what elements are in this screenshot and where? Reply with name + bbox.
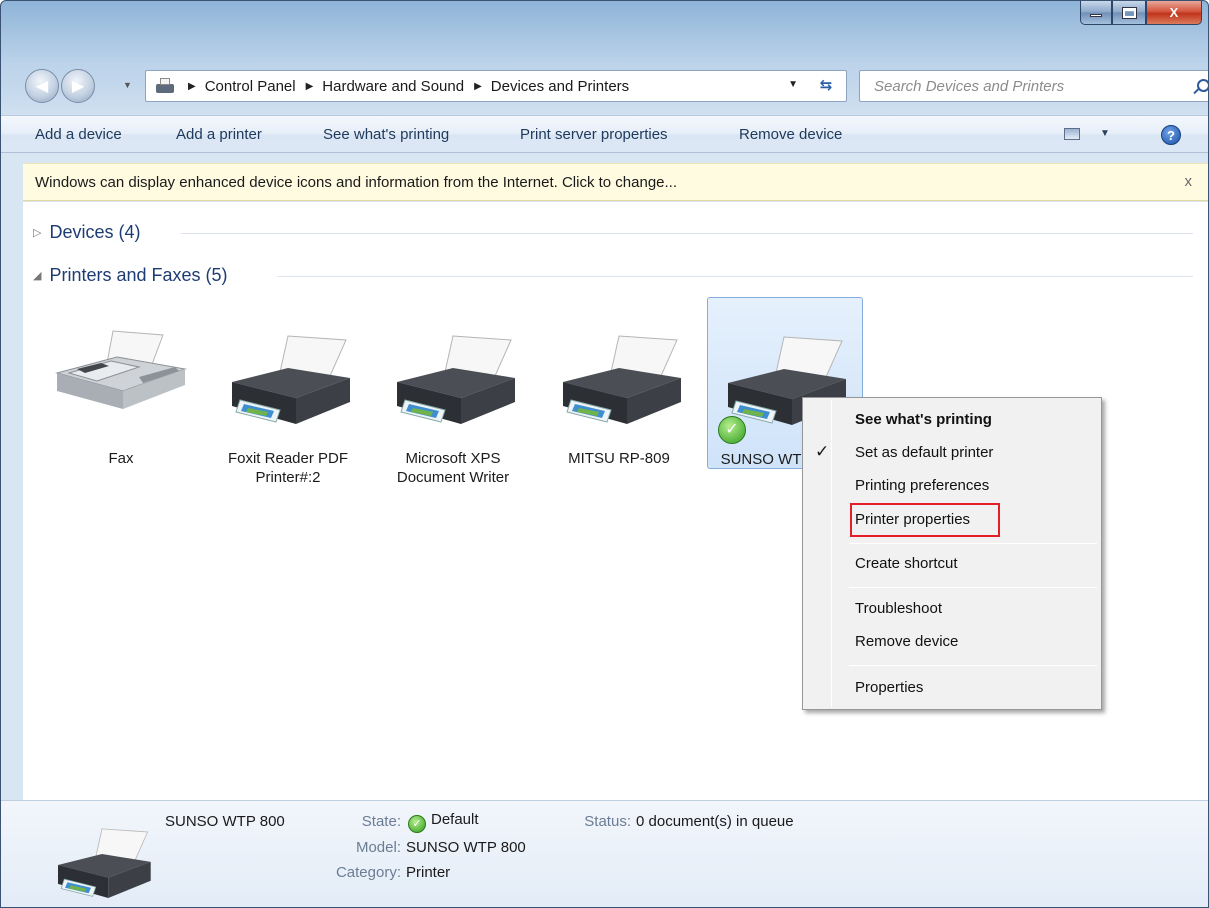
printer-icon (383, 332, 523, 432)
printer-icon (549, 332, 689, 432)
back-arrow-icon: ◀ (35, 78, 49, 95)
maximize-button[interactable] (1112, 1, 1146, 25)
information-bar-close-icon[interactable]: x (1185, 173, 1193, 190)
add-device-button[interactable]: Add a device (35, 126, 122, 143)
help-icon[interactable]: ? (1161, 125, 1181, 145)
devices-group-header[interactable]: ▷ Devices (4) (33, 222, 141, 243)
recent-pages-dropdown-icon[interactable]: ▼ (123, 80, 132, 90)
address-bar[interactable]: ▶ Control Panel ▶ Hardware and Sound ▶ D… (145, 70, 847, 102)
group-divider (181, 233, 1193, 234)
selected-device-name: SUNSO WTP 800 (165, 813, 285, 830)
default-state-check-icon: ✓ (408, 815, 426, 833)
back-button[interactable]: ◀ (25, 69, 59, 103)
menu-item-see-whats-printing[interactable]: See what's printing (855, 411, 992, 428)
device-label: Document Writer (396, 469, 510, 486)
breadcrumb-separator-icon[interactable]: ▶ (474, 81, 482, 92)
expand-arrow-icon[interactable]: ▷ (33, 226, 41, 239)
default-printer-check-icon: ✓ (718, 416, 746, 444)
status-value: 0 document(s) in queue (636, 813, 794, 830)
highlight-box (850, 503, 1000, 537)
collapse-arrow-icon[interactable]: ◢ (33, 269, 41, 282)
breadcrumb-devices-and-printers[interactable]: Devices and Printers (491, 78, 629, 95)
state-value: ✓ Default (406, 811, 479, 833)
search-input[interactable] (874, 77, 1194, 95)
search-box (859, 70, 1208, 102)
device-label: Microsoft XPS (405, 450, 501, 467)
printer-icon (218, 332, 358, 432)
see-whats-printing-button[interactable]: See what's printing (323, 126, 449, 143)
refresh-icon[interactable]: ⇆ (814, 76, 838, 96)
breadcrumb-hardware-and-sound[interactable]: Hardware and Sound (322, 78, 464, 95)
device-item-microsoft-xps-writer[interactable]: Microsoft XPS Document Writer (375, 332, 531, 486)
device-label: Printer#:2 (255, 469, 321, 486)
forward-button[interactable]: ▶ (61, 69, 95, 103)
device-label: Foxit Reader PDF (227, 450, 349, 467)
command-bar: Add a device Add a printer See what's pr… (1, 115, 1208, 153)
menu-separator (849, 543, 1097, 544)
fax-icon (51, 329, 191, 429)
menu-separator (849, 665, 1097, 666)
device-item-fax[interactable]: Fax (43, 329, 199, 467)
printers-group-label: Printers and Faxes (5) (49, 265, 228, 285)
devices-printers-window: X ◀ ▶ ▼ ▶ Control Panel ▶ Hardware and S… (0, 0, 1209, 908)
close-button[interactable]: X (1146, 1, 1202, 25)
add-printer-button[interactable]: Add a printer (176, 126, 262, 143)
device-item-foxit-pdf-printer[interactable]: Foxit Reader PDF Printer#:2 (210, 332, 366, 486)
navigation-bar: ◀ ▶ ▼ ▶ Control Panel ▶ Hardware and Sou… (25, 63, 1208, 103)
devices-group-label: Devices (4) (49, 222, 141, 242)
view-options-dropdown-icon[interactable]: ▼ (1100, 128, 1110, 139)
breadcrumb-separator-icon[interactable]: ▶ (306, 81, 314, 92)
devices-printers-icon (154, 77, 178, 95)
breadcrumb-control-panel[interactable]: Control Panel (205, 78, 296, 95)
information-bar[interactable]: Windows can display enhanced device icon… (23, 163, 1208, 201)
breadcrumb: ▶ Control Panel ▶ Hardware and Sound ▶ D… (178, 78, 629, 95)
menu-item-troubleshoot[interactable]: Troubleshoot (855, 600, 942, 617)
menu-item-properties[interactable]: Properties (855, 679, 923, 696)
menu-item-printing-preferences[interactable]: Printing preferences (855, 477, 989, 494)
model-value: SUNSO WTP 800 (406, 839, 526, 856)
printer-icon (47, 825, 157, 905)
state-label: State: (361, 813, 401, 830)
checkmark-icon: ✓ (815, 442, 830, 461)
menu-separator (849, 587, 1097, 588)
minimize-icon (1090, 14, 1102, 17)
maximize-icon (1121, 6, 1137, 19)
change-view-icon[interactable] (1064, 128, 1080, 140)
device-label: Fax (108, 450, 134, 467)
close-icon: X (1169, 5, 1179, 20)
information-bar-message[interactable]: Windows can display enhanced device icon… (35, 174, 677, 191)
model-label: Model: (355, 839, 401, 856)
printers-group-header[interactable]: ◢ Printers and Faxes (5) (33, 265, 228, 286)
menu-item-remove-device[interactable]: Remove device (855, 633, 958, 650)
context-menu: See what's printing ✓ Set as default pri… (802, 397, 1102, 710)
remove-device-button[interactable]: Remove device (739, 126, 842, 143)
forward-arrow-icon: ▶ (71, 78, 85, 95)
breadcrumb-separator-icon[interactable]: ▶ (188, 81, 196, 92)
search-icon[interactable] (1197, 79, 1208, 92)
print-server-properties-button[interactable]: Print server properties (520, 126, 668, 143)
address-dropdown-icon[interactable]: ▼ (788, 79, 798, 90)
status-label: Status: (584, 813, 631, 830)
menu-item-create-shortcut[interactable]: Create shortcut (855, 555, 958, 572)
details-pane: SUNSO WTP 800 State: ✓ Default Model: SUN… (1, 800, 1208, 907)
minimize-button[interactable] (1080, 1, 1112, 25)
category-label: Category: (335, 864, 401, 881)
category-value: Printer (406, 864, 451, 881)
caption-buttons: X (1080, 1, 1202, 27)
group-divider (277, 276, 1193, 277)
menu-item-set-default-printer[interactable]: Set as default printer (855, 444, 993, 461)
